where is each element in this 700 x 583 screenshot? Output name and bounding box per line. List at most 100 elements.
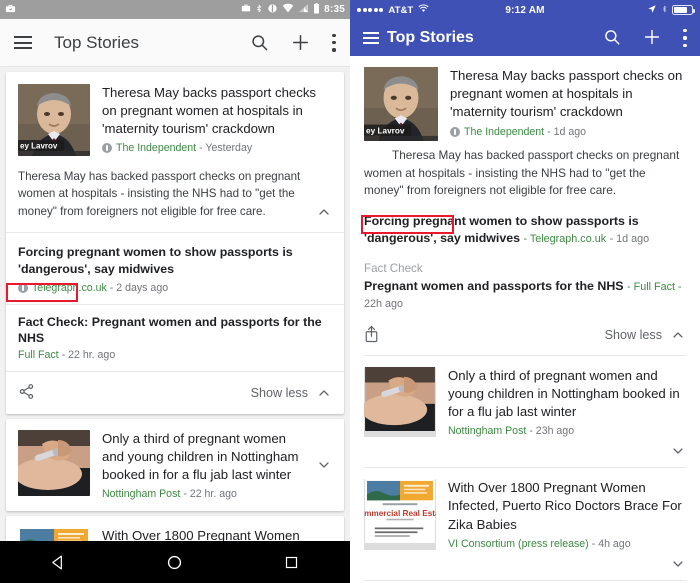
- story-thumbnail: Commercial Real Estate: [18, 527, 90, 541]
- android-clock: 8:35: [324, 4, 345, 15]
- android-nav-bar: [0, 541, 350, 583]
- list-item[interactable]: Commercial Real Estate With Over 1800 Pr…: [6, 516, 344, 541]
- story-cluster-card[interactable]: ey Lavrov Theresa May backs passport che…: [6, 72, 344, 415]
- fact-check-source-line: Full Fact - 22 hr. ago: [18, 349, 332, 361]
- carrier-label: AT&T: [388, 4, 414, 16]
- search-icon[interactable]: [250, 33, 270, 53]
- home-icon[interactable]: [158, 545, 192, 579]
- fact-check-time: - 22 hr. ago: [61, 349, 116, 362]
- lead-article-thumbnail: ey Lavrov: [18, 84, 90, 156]
- lead-article[interactable]: ey Lavrov Theresa May backs passport che…: [6, 72, 344, 162]
- page-title: Top Stories: [54, 32, 140, 52]
- share-icon[interactable]: [364, 325, 384, 345]
- sub-article-time: - 1d ago: [609, 233, 650, 246]
- fact-check-article[interactable]: Pregnant women and passports for the NHS…: [364, 275, 686, 313]
- android-panel: 8:35 Top Stories ey Lavrov Theresa May b…: [0, 0, 350, 583]
- story-card[interactable]: Commercial Real Estate With Over 1800 Pr…: [6, 516, 344, 541]
- lead-article-headline: Theresa May backs passport checks on pre…: [450, 68, 683, 120]
- cluster-actions-row: Show less: [364, 313, 686, 355]
- fact-check-time: 22h ago: [364, 298, 404, 311]
- menu-icon[interactable]: [14, 36, 32, 49]
- signal-dots-icon: [357, 8, 384, 12]
- lead-article[interactable]: ey Lavrov Theresa May backs passport che…: [364, 56, 686, 141]
- vibrate-icon: [267, 3, 278, 17]
- add-icon[interactable]: [291, 33, 311, 53]
- sub-article-time: - 2 days ago: [109, 281, 169, 294]
- list-item[interactable]: Only a third of pregnant women and young…: [364, 356, 686, 444]
- fact-check-label: Fact Check: [364, 261, 423, 275]
- story-source: VI Consortium (press release): [448, 537, 589, 550]
- battery-icon: [672, 5, 695, 15]
- story-headline: Only a third of pregnant women and young…: [448, 367, 680, 419]
- source-badge-icon: [102, 143, 112, 154]
- chevron-down-icon[interactable]: [316, 457, 332, 473]
- sub-article-source: - Telegraph.co.uk: [523, 233, 607, 246]
- chevron-up-icon[interactable]: [316, 385, 332, 401]
- show-less-button[interactable]: Show less: [251, 386, 308, 400]
- lead-article-snippet: Theresa May has backed passport checks o…: [18, 170, 301, 218]
- android-status-bar: 8:35: [0, 0, 350, 19]
- story-time: - 23h ago: [529, 425, 575, 438]
- menu-icon[interactable]: [363, 32, 379, 44]
- sub-article-source: Telegraph.co.uk: [32, 281, 107, 294]
- fact-check-source: Full Fact: [18, 349, 59, 362]
- svg-text:ey Lavrov: ey Lavrov: [366, 126, 405, 135]
- list-item[interactable]: Only a third of pregnant women and young…: [6, 419, 344, 511]
- fact-check-source: - Full Fact -: [627, 280, 682, 293]
- story-thumbnail: Commercial Real Estate: [364, 479, 436, 550]
- comparison-screenshot: 8:35 Top Stories ey Lavrov Theresa May b…: [0, 0, 700, 583]
- sub-article[interactable]: Forcing pregnant women to show passports…: [6, 233, 344, 303]
- chevron-down-icon[interactable]: [670, 443, 686, 459]
- chevron-down-icon[interactable]: [670, 556, 686, 572]
- story-headline: Only a third of pregnant women and young…: [102, 431, 299, 483]
- story-thumbnail: [18, 430, 90, 497]
- lead-article-time: - 1d ago: [547, 125, 586, 138]
- android-app-bar: Top Stories: [0, 19, 350, 67]
- lead-article-source-line: The Independent - Yesterday: [102, 142, 332, 154]
- lead-article-headline: Theresa May backs passport checks on pre…: [102, 85, 317, 137]
- source-badge-icon: [450, 126, 460, 137]
- lead-article-thumbnail: ey Lavrov: [364, 67, 438, 141]
- chevron-up-icon[interactable]: [316, 204, 332, 220]
- list-item[interactable]: Commercial Real Estate With Over 1800 Pr…: [364, 468, 686, 556]
- lead-article-snippet-row: Theresa May has backed passport checks o…: [6, 162, 344, 232]
- android-story-list[interactable]: ey Lavrov Theresa May backs passport che…: [0, 67, 350, 541]
- bluetooth-icon: [661, 4, 668, 17]
- sub-article-headline: Forcing pregnant women to show passports…: [18, 245, 293, 276]
- more-icon[interactable]: [332, 33, 336, 52]
- lead-article-source-line: The Independent - 1d ago: [450, 126, 686, 138]
- sub-article[interactable]: Forcing pregnant women to show passports…: [364, 200, 686, 248]
- story-source: Nottingham Post: [448, 425, 527, 438]
- story-time: - 22 hr. ago: [183, 488, 237, 501]
- lead-article-source: The Independent: [116, 142, 197, 155]
- lead-article-source: The Independent: [464, 125, 545, 138]
- sub-article-source-line: Telegraph.co.uk - 2 days ago: [18, 282, 332, 294]
- story-headline: With Over 1800 Pregnant Women Infected, …: [448, 480, 682, 532]
- svg-text:ey Lavrov: ey Lavrov: [20, 142, 58, 151]
- show-less-button[interactable]: Show less: [605, 328, 662, 342]
- fact-check-article[interactable]: Fact Check: Pregnant women and passports…: [6, 305, 344, 371]
- search-icon[interactable]: [603, 28, 623, 48]
- story-thumbnail: [364, 366, 436, 438]
- signal-icon: [298, 3, 309, 16]
- bluetooth-icon: [255, 3, 263, 17]
- more-icon[interactable]: [683, 29, 687, 47]
- chevron-up-icon[interactable]: [670, 327, 686, 343]
- fact-check-line: Fact Check: Pregnant women and passports…: [18, 314, 332, 347]
- recents-icon[interactable]: [275, 545, 309, 579]
- expand-row: [364, 556, 686, 580]
- share-icon[interactable]: [18, 383, 38, 403]
- fact-check-label: Fact Check:: [18, 314, 89, 329]
- story-source: Nottingham Post: [102, 488, 181, 501]
- location-icon: [647, 4, 657, 17]
- ios-story-list[interactable]: ey Lavrov Theresa May backs passport che…: [350, 56, 700, 583]
- story-card[interactable]: Only a third of pregnant women and young…: [6, 419, 344, 512]
- svg-text:Commercial Real Estate: Commercial Real Estate: [364, 509, 436, 518]
- back-icon[interactable]: [41, 545, 75, 579]
- source-badge-icon: [18, 282, 28, 293]
- cluster-actions-row: Show less: [6, 372, 344, 414]
- battery-icon: [313, 2, 320, 17]
- page-title: Top Stories: [387, 29, 474, 46]
- add-icon[interactable]: [643, 28, 663, 48]
- ios-clock: 9:12 AM: [505, 4, 545, 16]
